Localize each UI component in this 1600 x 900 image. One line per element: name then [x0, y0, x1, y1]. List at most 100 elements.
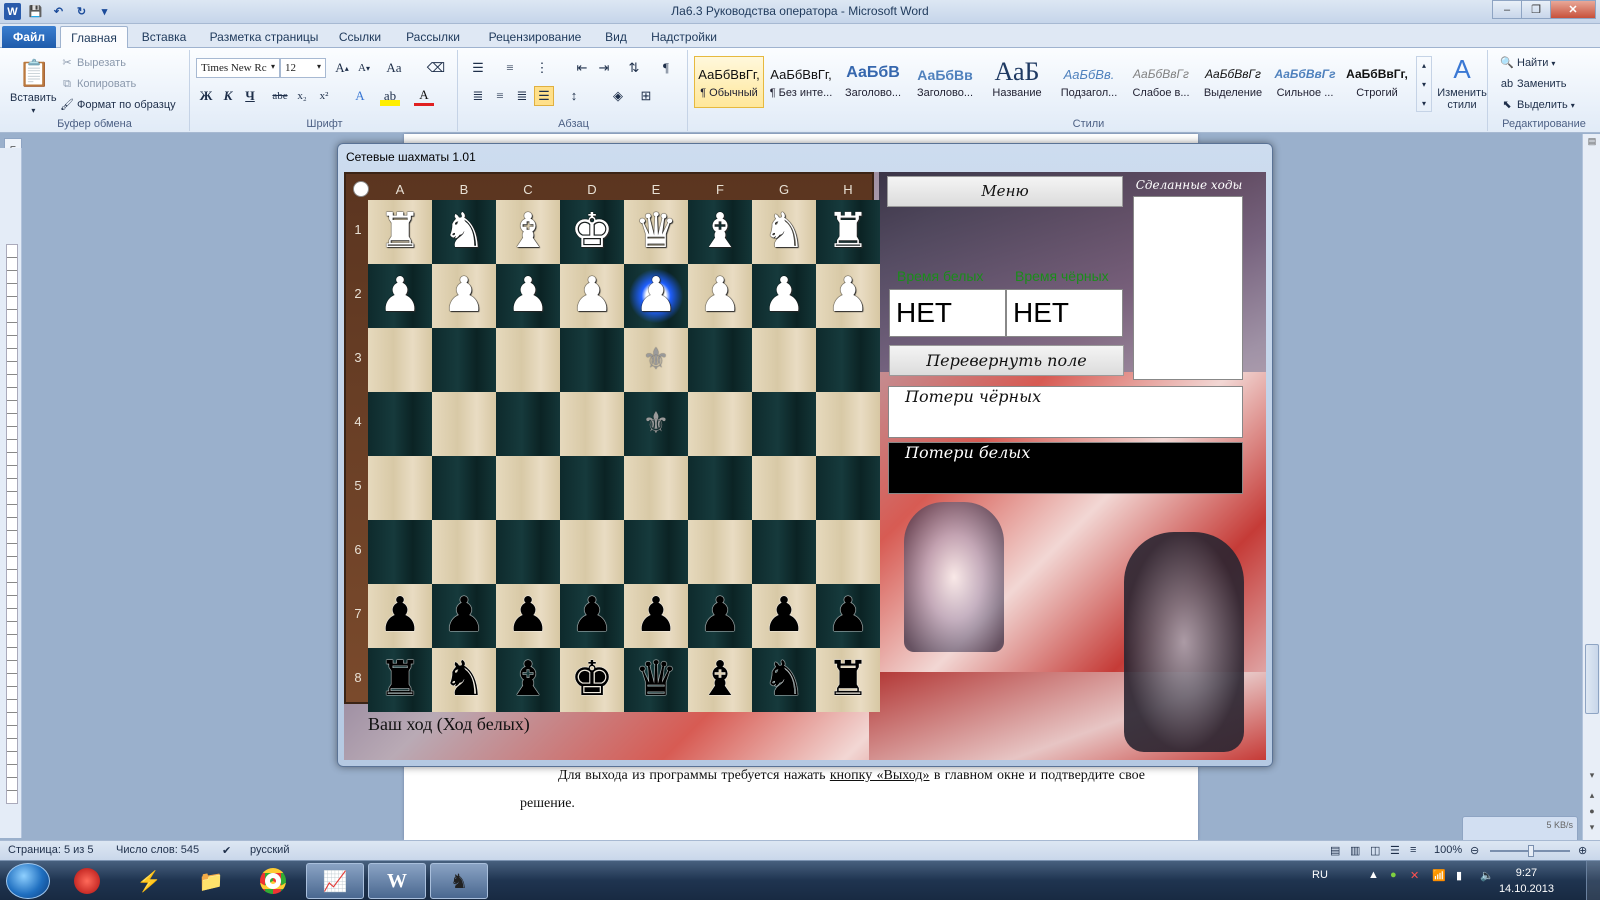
align-right-icon[interactable]: ≣ [512, 86, 532, 106]
tab-page-layout[interactable]: Разметка страницы [204, 26, 324, 48]
style-title[interactable]: АаБ Название [982, 56, 1052, 108]
document-paragraph[interactable]: Для выхода из программы требуется нажать… [520, 762, 1145, 818]
black-piece[interactable]: ♟ [688, 584, 752, 648]
taskbar-explorer-icon[interactable]: 📁 [182, 863, 240, 899]
tray-clock[interactable]: 9:27 14.10.2013 [1499, 865, 1554, 897]
multilevel-list-icon[interactable]: ⋮ [532, 58, 552, 78]
subscript-icon[interactable]: x₂ [292, 86, 312, 106]
ruler-toggle-icon[interactable]: ▤ [1585, 136, 1599, 150]
restore-button[interactable]: ❐ [1521, 0, 1551, 19]
square-a4[interactable] [368, 392, 432, 456]
taskbar-chess-icon[interactable]: ♞ [430, 863, 488, 899]
minimize-button[interactable]: – [1492, 0, 1522, 19]
square-f6[interactable] [688, 520, 752, 584]
square-a3[interactable] [368, 328, 432, 392]
tab-view[interactable]: Вид [600, 26, 632, 48]
clear-format-icon[interactable]: ⌫ [426, 58, 446, 78]
show-desktop-button[interactable] [1586, 861, 1600, 900]
superscript-icon[interactable]: x² [314, 86, 334, 106]
replace-button[interactable]: ab Заменить [1500, 77, 1567, 91]
change-case-icon[interactable]: Aa [384, 58, 404, 78]
style-emphasis[interactable]: АаБбВвГг Выделение [1198, 56, 1268, 108]
tray-show-hidden-icon[interactable]: ▲ [1368, 869, 1379, 881]
cut-button[interactable]: ✂ Вырезать [60, 56, 126, 70]
style-subtle-emphasis[interactable]: АаБбВвГг Слабое в... [1126, 56, 1196, 108]
scroll-down-icon[interactable]: ▾ [1585, 770, 1599, 784]
black-piece[interactable]: ♟ [752, 584, 816, 648]
start-button[interactable] [6, 863, 50, 899]
square-d4[interactable] [560, 392, 624, 456]
zoom-out-icon[interactable]: ⊖ [1470, 844, 1479, 857]
style-heading-1[interactable]: АаБбВ Заголово... [838, 56, 908, 108]
proofing-icon[interactable]: ✔ [222, 844, 231, 857]
square-a6[interactable] [368, 520, 432, 584]
style-normal[interactable]: АаБбВвГг, ¶ Обычный [694, 56, 764, 108]
white-piece[interactable]: ♟ [752, 264, 816, 328]
change-styles-button[interactable]: A Изменить стили [1436, 54, 1488, 111]
black-piece[interactable]: ♚ [560, 648, 624, 712]
style-intense-emphasis[interactable]: АаБбВвГг Сильное ... [1270, 56, 1340, 108]
strikethrough-icon[interactable]: abe [270, 86, 290, 106]
view-reading-icon[interactable]: ▥ [1350, 844, 1360, 857]
taskbar-app-lightning-icon[interactable]: ⚡ [120, 863, 178, 899]
flip-board-button[interactable]: Перевернуть поле [889, 345, 1124, 376]
square-c3[interactable] [496, 328, 560, 392]
align-left-icon[interactable]: ≣ [468, 86, 488, 106]
bold-icon[interactable]: Ж [196, 86, 216, 106]
previous-page-icon[interactable]: ▴ [1585, 790, 1599, 804]
black-piece[interactable]: ♟ [432, 584, 496, 648]
tab-insert[interactable]: Вставка [134, 26, 194, 48]
tab-file[interactable]: Файл [2, 26, 56, 48]
white-piece[interactable]: ♜ [368, 200, 432, 264]
taskbar-app-chart-icon[interactable]: 📈 [306, 863, 364, 899]
black-piece[interactable]: ♜ [816, 648, 880, 712]
format-painter-button[interactable]: 🖌 Формат по образцу [60, 98, 176, 112]
tray-network-icon[interactable]: 📶 [1432, 869, 1446, 882]
square-c4[interactable] [496, 392, 560, 456]
move-hint-e3[interactable]: ⚜ [624, 328, 688, 392]
zoom-in-icon[interactable]: ⊕ [1578, 844, 1587, 857]
black-piece[interactable]: ♝ [688, 648, 752, 712]
browse-object-icon[interactable]: ● [1585, 806, 1599, 820]
font-color-icon[interactable]: A [414, 86, 434, 106]
numbering-icon[interactable]: ≡ [500, 58, 520, 78]
white-piece[interactable]: ♟ [432, 264, 496, 328]
white-piece[interactable]: ♟ [368, 264, 432, 328]
square-e6[interactable] [624, 520, 688, 584]
zoom-level[interactable]: 100% [1434, 844, 1462, 856]
vertical-scrollbar[interactable]: ▤ ▾ ▴ ● ▾ [1582, 134, 1600, 840]
page-indicator[interactable]: Страница: 5 из 5 [8, 844, 94, 856]
square-c6[interactable] [496, 520, 560, 584]
close-button[interactable]: ✕ [1550, 0, 1596, 19]
square-h4[interactable] [816, 392, 880, 456]
black-piece[interactable]: ♛ [624, 648, 688, 712]
shading-icon[interactable]: ◈ [608, 86, 628, 106]
tray-language[interactable]: RU [1312, 869, 1328, 881]
sort-icon[interactable]: ⇅ [624, 58, 644, 78]
pilcrow-icon[interactable]: ¶ [656, 58, 676, 78]
white-piece[interactable]: ♚ [560, 200, 624, 264]
square-g5[interactable] [752, 456, 816, 520]
style-heading-2[interactable]: АаБбВв Заголово... [910, 56, 980, 108]
taskbar-chrome-icon[interactable] [244, 863, 302, 899]
underline-icon[interactable]: Ч [240, 86, 260, 106]
taskbar-word-icon[interactable]: W [368, 863, 426, 899]
tab-addins[interactable]: Надстройки [644, 26, 724, 48]
square-f3[interactable] [688, 328, 752, 392]
align-center-icon[interactable]: ≡ [490, 86, 510, 106]
language-indicator[interactable]: русский [250, 844, 289, 856]
tray-volume-icon[interactable]: 🔈 [1480, 869, 1494, 882]
justify-icon[interactable]: ☰ [534, 86, 554, 106]
white-piece[interactable]: ♟ [624, 264, 688, 328]
white-piece[interactable]: ♝ [688, 200, 752, 264]
bullets-icon[interactable]: ☰ [468, 58, 488, 78]
borders-icon[interactable]: ⊞ [636, 86, 656, 106]
square-a5[interactable] [368, 456, 432, 520]
white-piece[interactable]: ♟ [496, 264, 560, 328]
style-no-spacing[interactable]: АаБбВвГг, ¶ Без инте... [766, 56, 836, 108]
paste-button[interactable]: 📋 Вставить ▾ [10, 56, 57, 115]
square-g6[interactable] [752, 520, 816, 584]
black-piece[interactable]: ♟ [368, 584, 432, 648]
decrease-indent-icon[interactable]: ⇤ [572, 58, 592, 78]
tab-home[interactable]: Главная [60, 26, 128, 48]
